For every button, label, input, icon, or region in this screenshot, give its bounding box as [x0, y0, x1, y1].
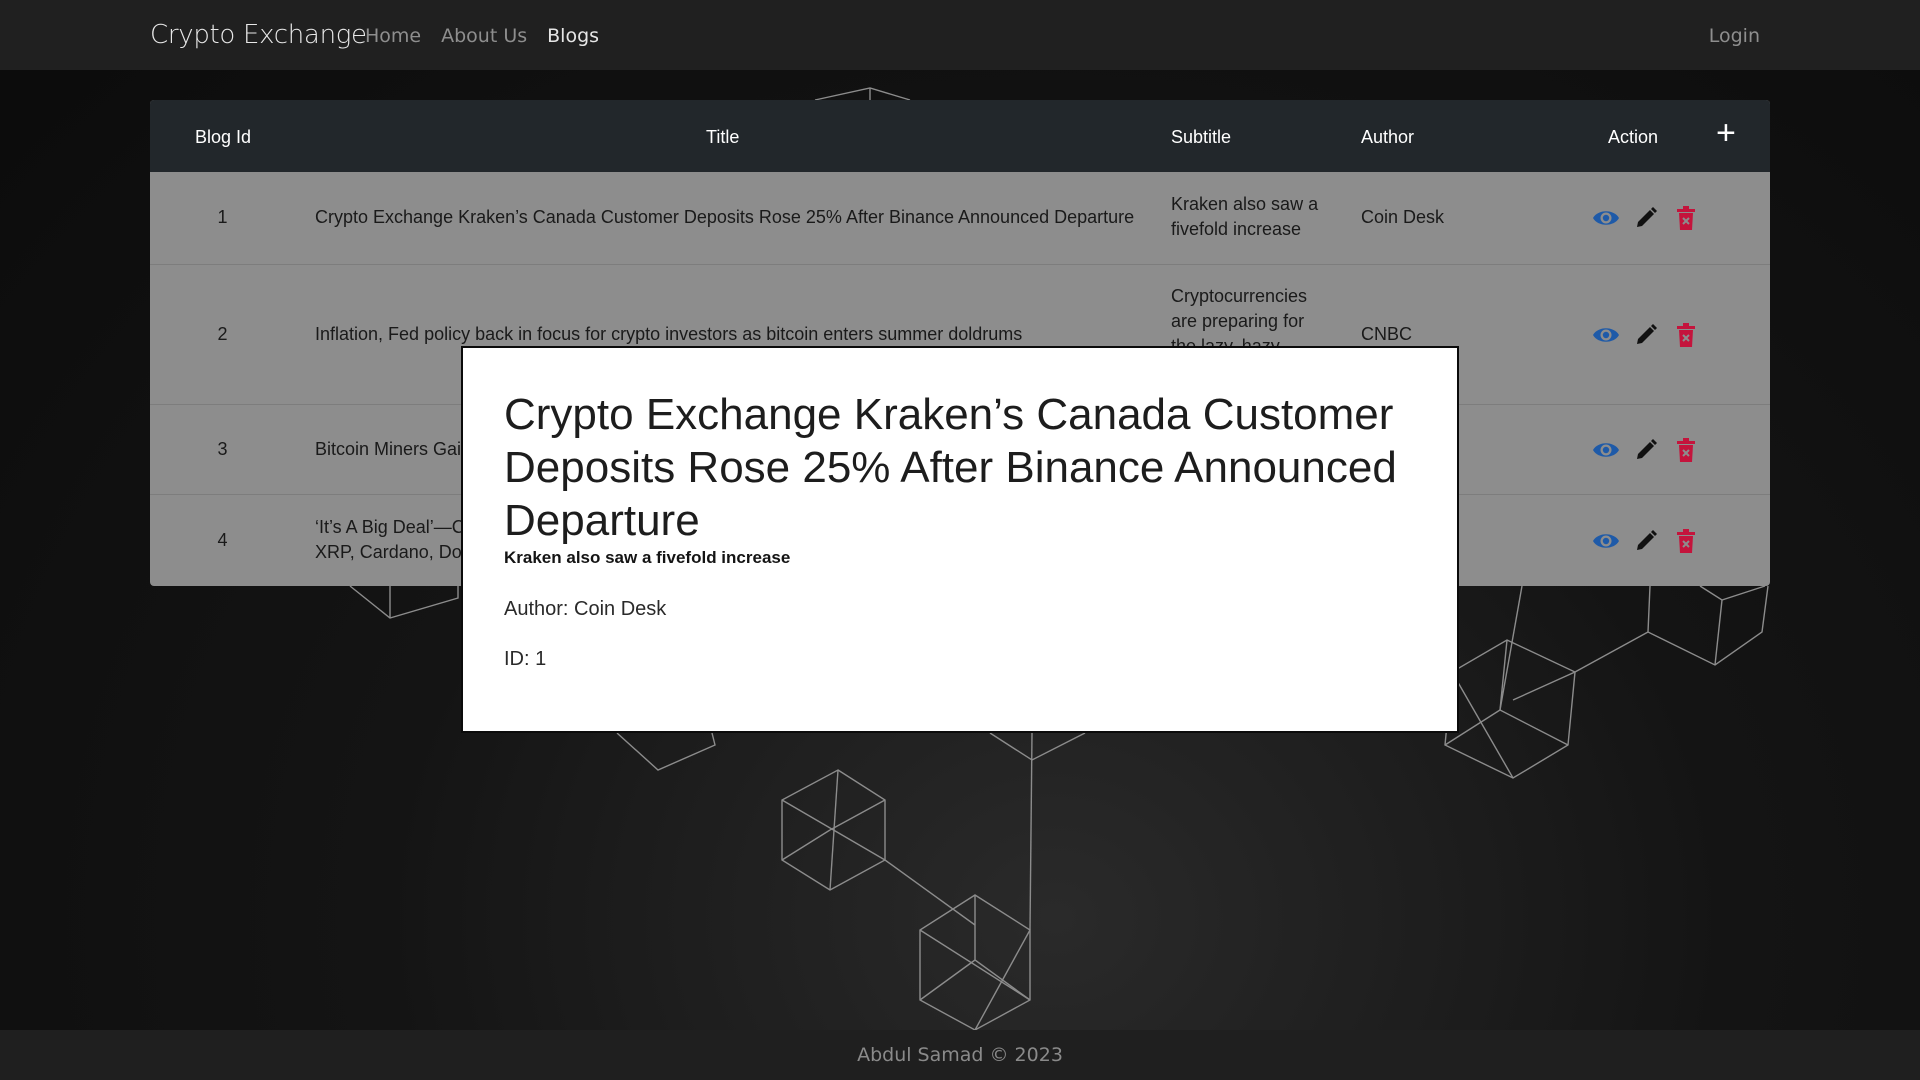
modal-author: Author: Coin Desk [504, 598, 667, 620]
edit-pencil-icon[interactable] [1632, 321, 1660, 349]
modal-id: ID: 1 [504, 648, 547, 670]
row-actions [1592, 204, 1700, 232]
nav-link-blogs[interactable]: Blogs [547, 25, 599, 47]
nav-links: Home About Us Blogs [365, 25, 599, 47]
header-blog-id: Blog Id [195, 127, 252, 147]
header-title: Title [706, 127, 740, 147]
cell-author: Coin Desk [1361, 207, 1445, 227]
modal-subtitle: Kraken also saw a fivefold increase [504, 548, 791, 567]
view-eye-icon[interactable] [1592, 321, 1620, 349]
nav-link-about-us[interactable]: About Us [441, 25, 527, 47]
delete-trash-icon[interactable] [1672, 204, 1700, 232]
modal-title: Crypto Exchange Kraken’s Canada Customer… [504, 390, 1397, 545]
table-header: Blog Id Title Subtitle Author Action + [150, 100, 1770, 172]
add-blog-button[interactable]: + [1716, 116, 1736, 150]
header-author: Author [1361, 127, 1415, 147]
login-link[interactable]: Login [1709, 25, 1760, 47]
cell-subtitle: Cryptocurrencies are preparing for the l… [1171, 286, 1308, 352]
cell-blog-id: 1 [217, 207, 228, 227]
footer: Abdul Samad © 2023 [0, 1030, 1920, 1080]
row-actions [1592, 321, 1700, 349]
edit-pencil-icon[interactable] [1632, 527, 1660, 555]
header-action: Action [1608, 127, 1659, 147]
view-eye-icon[interactable] [1592, 527, 1620, 555]
cell-blog-id: 3 [217, 439, 228, 459]
header-subtitle: Subtitle [1171, 127, 1232, 147]
navbar: Crypto Exchange Home About Us Blogs Logi… [0, 0, 1920, 70]
edit-pencil-icon[interactable] [1632, 204, 1660, 232]
table-row: 1 Crypto Exchange Kraken’s Canada Custom… [150, 172, 1770, 264]
delete-trash-icon[interactable] [1672, 436, 1700, 464]
cell-author: CNBC [1361, 324, 1413, 344]
row-actions [1592, 527, 1700, 555]
cell-title: ‘It’s A Big Deal’—C XRP, Cardano, Do [315, 517, 465, 562]
view-eye-icon[interactable] [1592, 204, 1620, 232]
brand-logo-text[interactable]: Crypto Exchange [150, 20, 367, 50]
view-eye-icon[interactable] [1592, 436, 1620, 464]
cell-subtitle: Kraken also saw a fivefold increase [1171, 194, 1319, 239]
nav-link-home[interactable]: Home [365, 25, 421, 47]
cell-title: Inflation, Fed policy back in focus for … [315, 324, 1023, 344]
delete-trash-icon[interactable] [1672, 321, 1700, 349]
edit-pencil-icon[interactable] [1632, 436, 1660, 464]
cell-title: Crypto Exchange Kraken’s Canada Customer… [315, 207, 1135, 227]
cell-blog-id: 4 [217, 530, 228, 550]
delete-trash-icon[interactable] [1672, 527, 1700, 555]
row-actions [1592, 436, 1700, 464]
cell-blog-id: 2 [217, 324, 228, 344]
blog-detail-modal[interactable]: Crypto Exchange Kraken’s Canada Customer… [461, 346, 1459, 733]
footer-copyright: Abdul Samad © 2023 [857, 1044, 1063, 1066]
